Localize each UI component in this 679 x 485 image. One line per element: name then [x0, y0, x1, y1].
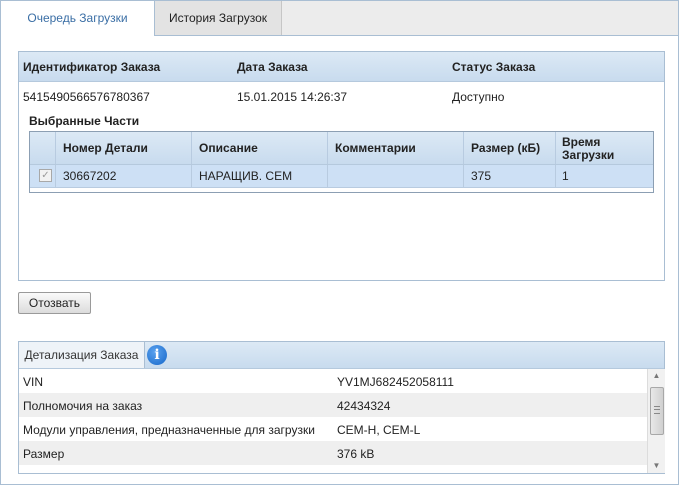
- info-icon[interactable]: i: [147, 345, 167, 365]
- tab-download-queue[interactable]: Очередь Загрузки: [1, 1, 155, 36]
- description-cell: НАРАЩИВ. CEM: [192, 165, 328, 187]
- description-header-label: Описание: [199, 141, 258, 155]
- detail-label-authorization: Полномочия на заказ: [23, 399, 143, 413]
- list-item: Модули управления, предназначенные для з…: [19, 417, 647, 441]
- detail-value-vin: YV1MJ682452058111: [337, 375, 454, 389]
- detail-value-size: 376 kB: [337, 447, 375, 461]
- grip-icon: [654, 406, 660, 414]
- part-download-time: 1: [562, 169, 569, 183]
- check-cell: ✓: [30, 165, 56, 187]
- scroll-down-arrow-icon[interactable]: ▼: [648, 459, 665, 473]
- part-checkbox[interactable]: ✓: [39, 169, 52, 182]
- detail-label-modules: Модули управления, предназначенные для з…: [23, 423, 315, 437]
- details-scrollbar[interactable]: ▲ ▼: [647, 369, 665, 473]
- order-panel: Идентификатор Заказа Дата Заказа Статус …: [18, 51, 665, 281]
- download-time-column-header[interactable]: Время Загрузки: [556, 132, 652, 164]
- order-date-header: Дата Заказа: [237, 60, 308, 74]
- download-time-cell: 1: [556, 165, 652, 187]
- scrollbar-thumb[interactable]: [650, 387, 664, 435]
- order-header-row: Идентификатор Заказа Дата Заказа Статус …: [19, 52, 664, 82]
- detail-value-authorization: 42434324: [337, 399, 391, 413]
- check-column-header: [30, 132, 56, 164]
- details-header: Детализация Заказа i: [19, 342, 664, 369]
- parts-header-row: Номер Детали Описание Комментарии Размер…: [30, 132, 653, 165]
- part-number-column-header[interactable]: Номер Детали: [56, 132, 192, 164]
- scroll-up-arrow-icon[interactable]: ▲: [648, 369, 665, 383]
- download-manager-window: Очередь Загрузки История Загрузок Иденти…: [0, 0, 679, 485]
- order-status: Доступно: [452, 90, 505, 104]
- table-row[interactable]: ✓ 30667202 НАРАЩИВ. CEM 375 1: [30, 165, 653, 188]
- detail-label-vin: VIN: [23, 375, 44, 389]
- order-status-header: Статус Заказа: [452, 60, 536, 74]
- list-item: Полномочия на заказ 42434324: [19, 393, 647, 417]
- comments-column-header[interactable]: Комментарии: [328, 132, 464, 164]
- comments-cell: [328, 165, 464, 187]
- part-size: 375: [471, 169, 492, 183]
- selected-parts-title: Выбранные Части: [29, 114, 140, 128]
- list-item: VIN YV1MJ682452058111: [19, 369, 647, 393]
- revoke-button[interactable]: Отозвать: [18, 292, 91, 314]
- selected-parts-table: Номер Детали Описание Комментарии Размер…: [29, 131, 654, 193]
- order-details-panel: Детализация Заказа i VIN YV1MJ6824520581…: [18, 341, 665, 474]
- size-header-label: Размер (кБ): [471, 141, 541, 155]
- size-column-header[interactable]: Размер (кБ): [464, 132, 556, 164]
- comments-header-label: Комментарии: [335, 141, 416, 155]
- tab-download-history[interactable]: История Загрузок: [155, 1, 282, 35]
- order-row[interactable]: 5415490566576780367 15.01.2015 14:26:37 …: [19, 82, 664, 110]
- list-item: Размер 376 kB: [19, 441, 647, 465]
- download-time-header-line1: Время: [562, 135, 601, 149]
- part-number-header-label: Номер Детали: [63, 141, 148, 155]
- description-column-header[interactable]: Описание: [192, 132, 328, 164]
- part-number: 30667202: [63, 169, 117, 183]
- tab-strip: Очередь Загрузки История Загрузок: [1, 1, 678, 36]
- order-id: 5415490566576780367: [23, 90, 150, 104]
- part-number-cell: 30667202: [56, 165, 192, 187]
- part-description: НАРАЩИВ. CEM: [199, 169, 293, 183]
- tab-order-details[interactable]: Детализация Заказа: [19, 342, 145, 368]
- download-time-header-line2: Загрузки: [562, 148, 615, 162]
- order-date: 15.01.2015 14:26:37: [237, 90, 348, 104]
- order-id-header: Идентификатор Заказа: [23, 60, 161, 74]
- detail-value-modules: CEM-H, CEM-L: [337, 423, 421, 437]
- size-cell: 375: [464, 165, 556, 187]
- detail-label-size: Размер: [23, 447, 65, 461]
